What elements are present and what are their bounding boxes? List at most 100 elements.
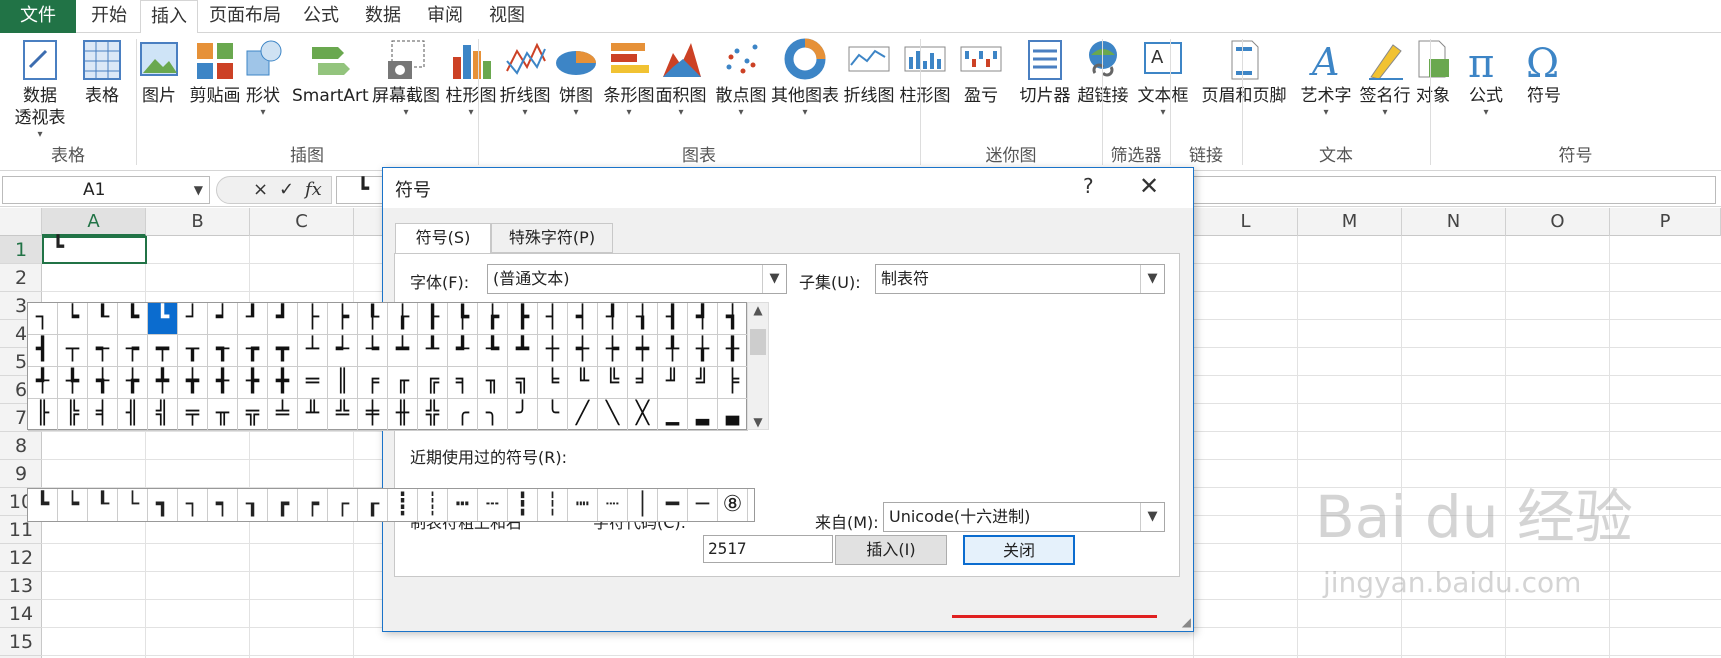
ribbon-button-hyperlink[interactable]: 超链接 [1074, 37, 1132, 107]
row-header[interactable]: 13 [0, 572, 42, 600]
ribbon-button-symbol[interactable]: Ω 符号 [1518, 37, 1570, 107]
symbol-cell[interactable]: ╡ [88, 399, 118, 431]
symbol-cell[interactable]: ┴ [298, 335, 328, 367]
symbol-cell[interactable]: ┚ [238, 303, 268, 335]
symbol-cell[interactable]: ╘ [538, 367, 568, 399]
close-button[interactable]: 关闭 [963, 535, 1075, 565]
symbol-cell[interactable]: ╛ [628, 367, 658, 399]
recent-symbol-cell[interactable]: ┇ [508, 489, 538, 521]
ribbon-button-smartart[interactable]: SmartArt [292, 37, 369, 107]
ribbon-button-sparkline-winloss[interactable]: 盈亏 [958, 37, 1004, 107]
symbol-cell[interactable]: ╫ [388, 399, 418, 431]
symbol-cell[interactable]: ┙ [208, 303, 238, 335]
symbol-cell[interactable]: ┰ [178, 335, 208, 367]
font-select[interactable]: (普通文本) ▼ [487, 264, 787, 294]
symbol-cell[interactable]: ▁ [658, 399, 688, 431]
chevron-down-icon[interactable]: ▾ [1134, 107, 1192, 119]
column-header-l[interactable]: L [1194, 208, 1298, 236]
from-select[interactable]: Unicode(十六进制) ▼ [883, 502, 1165, 532]
recent-symbol-cell[interactable]: ┑ [208, 489, 238, 521]
symbol-cell[interactable]: ╂ [718, 335, 748, 367]
symbol-cell[interactable]: ┵ [328, 335, 358, 367]
column-header-p[interactable]: P [1610, 208, 1721, 236]
recent-symbol-cell[interactable]: ┋ [388, 489, 418, 521]
symbol-cell[interactable]: ╧ [268, 399, 298, 431]
menu-formulas[interactable]: 公式 [290, 0, 352, 33]
name-box[interactable]: A1 ▼ [2, 176, 210, 204]
ribbon-button-shapes[interactable]: 形状 ▾ [240, 37, 286, 119]
row-header[interactable]: 15 [0, 628, 42, 656]
symbol-cell[interactable]: ┗ [148, 303, 178, 335]
symbol-cell[interactable]: ╖ [478, 367, 508, 399]
recent-symbol-cell[interactable]: ┆ [538, 489, 568, 521]
symbol-cell[interactable]: ╋ [268, 367, 298, 399]
symbol-cell[interactable]: ╉ [208, 367, 238, 399]
symbol-cell[interactable]: ║ [328, 367, 358, 399]
chevron-down-icon[interactable]: ▾ [714, 107, 768, 119]
menu-page-layout[interactable]: 页面布局 [200, 0, 290, 33]
enter-icon[interactable]: ✓ [279, 177, 294, 203]
character-code-input[interactable]: 2517 [703, 535, 833, 563]
ribbon-button-pie-chart[interactable]: 饼图 ▾ [554, 37, 598, 119]
symbol-cell[interactable]: ┞ [358, 303, 388, 335]
chevron-down-icon[interactable]: ▾ [654, 107, 708, 119]
symbol-cell[interactable]: ┢ [478, 303, 508, 335]
symbol-cell[interactable]: ╞ [718, 367, 748, 399]
symbol-cell[interactable]: ├ [298, 303, 328, 335]
menu-insert[interactable]: 插入 [140, 0, 198, 34]
symbol-grid[interactable]: ┐ ┕ ┖ ┗ ┗ ┘ ┙ ┚ ┛ ├ ┝ ┞ ┟ ┠ ┡ ┢ ┣ ┤ ┥ ┦ ┧ ┨ ┩ ┪ ┫ ┬ ┭ ┮ ┯ ┰ ┱ ┲ ┳ ┴ ┵ ┶ ┷ ┸ ┹ ┺… [27, 302, 748, 431]
scroll-down-icon[interactable]: ▼ [748, 415, 768, 429]
symbol-cell[interactable]: ┽ [568, 335, 598, 367]
ribbon-button-line-chart[interactable]: 折线图 ▾ [498, 37, 552, 119]
recent-symbol-cell[interactable]: ┕ [58, 489, 88, 521]
symbol-cell[interactable]: ╜ [658, 367, 688, 399]
column-header-n[interactable]: N [1402, 208, 1506, 236]
symbol-cell[interactable]: ┖ [88, 303, 118, 335]
symbol-cell[interactable]: ┥ [568, 303, 598, 335]
ribbon-button-sparkline-line[interactable]: 折线图 [842, 37, 896, 107]
symbol-cell[interactable]: ┸ [418, 335, 448, 367]
recent-symbol-cell[interactable]: ┉ [568, 489, 598, 521]
symbol-cell[interactable]: ╒ [358, 367, 388, 399]
chevron-down-icon[interactable]: ▾ [1460, 107, 1512, 119]
recent-symbol-cell[interactable]: ┈ [598, 489, 628, 521]
row-header[interactable]: 9 [0, 460, 42, 488]
ribbon-button-header-footer[interactable]: 页眉和页脚 [1192, 37, 1296, 107]
symbol-cell[interactable]: ╈ [178, 367, 208, 399]
chevron-down-icon[interactable]: ▾ [10, 129, 70, 141]
symbol-grid-scrollbar[interactable]: ▲ ▼ [747, 302, 769, 430]
recent-symbol-cell[interactable]: ┏ [268, 489, 298, 521]
symbol-cell[interactable]: ╚ [598, 367, 628, 399]
menu-home[interactable]: 开始 [80, 0, 138, 33]
symbol-cell[interactable]: ╃ [28, 367, 58, 399]
symbol-cell[interactable]: ┠ [418, 303, 448, 335]
symbol-cell[interactable]: ╆ [118, 367, 148, 399]
recent-symbol-cell[interactable]: ┅ [448, 489, 478, 521]
symbol-cell[interactable]: ╢ [118, 399, 148, 431]
chevron-down-icon[interactable]: ▼ [194, 177, 203, 203]
ribbon-button-table[interactable]: 表格 [72, 37, 132, 107]
symbol-cell[interactable]: ╦ [238, 399, 268, 431]
symbol-cell[interactable]: ╅ [88, 367, 118, 399]
symbol-cell[interactable]: ┭ [88, 335, 118, 367]
recent-symbol-cell[interactable]: ┐ [178, 489, 208, 521]
tab-symbols[interactable]: 符号(S) [395, 223, 491, 254]
row-header[interactable]: 2 [0, 264, 42, 292]
cell-a1[interactable]: ┗ [42, 236, 147, 264]
symbol-cell[interactable]: ┳ [268, 335, 298, 367]
recent-symbol-cell[interactable]: ┒ [238, 489, 268, 521]
symbol-cell[interactable]: ┐ [28, 303, 58, 335]
chevron-down-icon[interactable]: ▾ [1296, 107, 1356, 119]
symbol-cell[interactable]: ┣ [508, 303, 538, 335]
recent-symbol-cell[interactable]: ┓ [148, 489, 178, 521]
symbol-cell[interactable]: ╮ [478, 399, 508, 431]
row-header[interactable]: 8 [0, 432, 42, 460]
symbol-cell[interactable]: ╩ [328, 399, 358, 431]
scroll-up-icon[interactable]: ▲ [748, 303, 768, 317]
column-header-m[interactable]: M [1298, 208, 1402, 236]
symbol-cell[interactable]: ╪ [358, 399, 388, 431]
symbol-cell[interactable]: ┲ [238, 335, 268, 367]
ribbon-button-textbox[interactable]: A 文本框 ▾ [1134, 37, 1192, 119]
symbol-cell[interactable]: ┤ [538, 303, 568, 335]
close-icon[interactable]: ✕ [1139, 172, 1159, 200]
